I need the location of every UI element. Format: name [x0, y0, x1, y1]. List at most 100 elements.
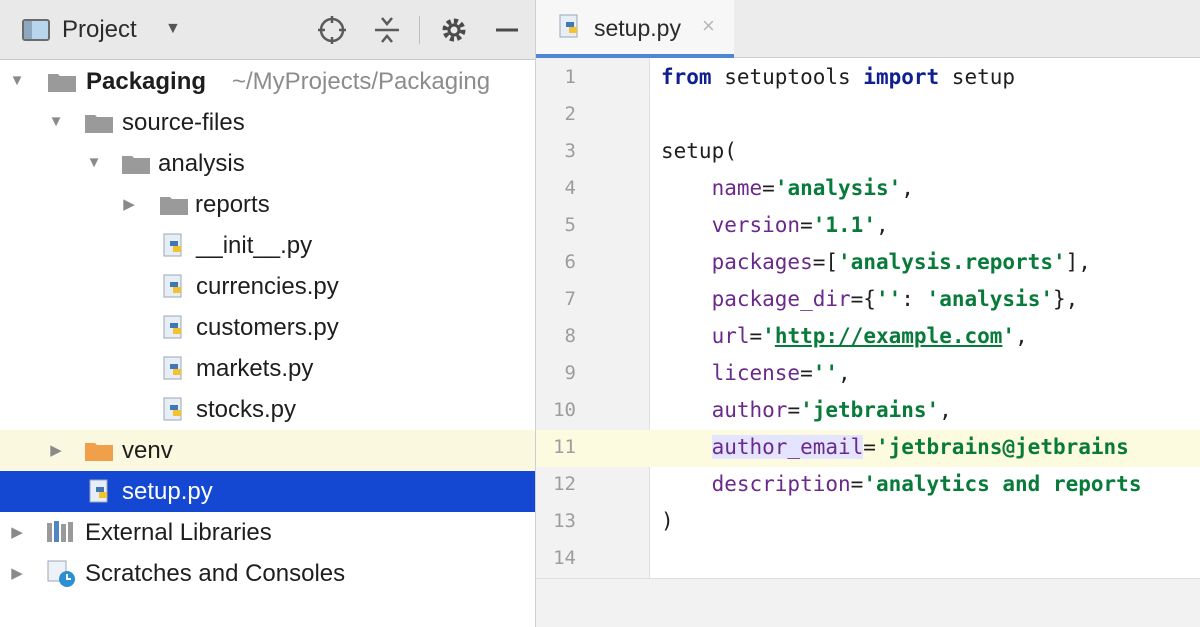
code-token: author_email: [711, 435, 864, 459]
editor-bottom-strip: [536, 578, 1200, 627]
code-text: packages=['analysis.reports'],: [661, 250, 1091, 274]
code-token: '1.1': [812, 213, 876, 237]
tree-item-external-libraries[interactable]: ▶ External Libraries: [0, 512, 535, 553]
tree-item-source-files[interactable]: ▼ source-files: [0, 102, 535, 143]
crosshair-icon[interactable]: [315, 13, 349, 47]
code-line[interactable]: 13): [536, 504, 1200, 541]
folder-icon: [160, 197, 188, 215]
tree-item-stocks-py[interactable]: stocks.py: [0, 389, 535, 430]
code-line[interactable]: 10 author='jetbrains',: [536, 393, 1200, 430]
code-line[interactable]: 9 license='',: [536, 356, 1200, 393]
tree-item-customers-py[interactable]: customers.py: [0, 307, 535, 348]
view-dropdown-icon[interactable]: ▼: [165, 20, 181, 38]
collapsed-arrow-icon[interactable]: ▶: [8, 564, 26, 582]
expand-arrow-icon[interactable]: ▼: [85, 154, 103, 171]
tree-item-label: analysis: [158, 150, 245, 177]
expand-arrow-icon[interactable]: ▼: [47, 113, 65, 130]
python-file-icon: [163, 356, 182, 380]
code-token: 'analysis.reports': [838, 250, 1066, 274]
line-number: 5: [564, 214, 576, 236]
tree-item-label: markets.py: [196, 355, 314, 382]
collapsed-arrow-icon[interactable]: ▶: [8, 523, 26, 541]
code-text: version='1.1',: [661, 213, 889, 237]
collapse-all-icon[interactable]: [370, 13, 404, 47]
close-icon[interactable]: ×: [702, 13, 715, 39]
code-token: ,: [838, 361, 851, 385]
code-line[interactable]: 2: [536, 97, 1200, 134]
line-number: 11: [553, 436, 576, 458]
tree-item-analysis[interactable]: ▼ analysis: [0, 143, 535, 184]
code-text: name='analysis',: [661, 176, 914, 200]
tree-item-currencies-py[interactable]: currencies.py: [0, 266, 535, 307]
code-line[interactable]: 12 description='analytics and reports: [536, 467, 1200, 504]
code-text: author_email='jetbrains@jetbrains: [661, 435, 1129, 459]
project-panel-header: Project ▼: [0, 0, 535, 60]
tree-item-label: stocks.py: [196, 396, 297, 423]
tree-item-packaging[interactable]: ▼ Packaging ~/MyProjects/Packaging: [0, 61, 535, 102]
project-path: ~/MyProjects/Packaging: [232, 68, 491, 95]
code-line[interactable]: 8 url='http://example.com',: [536, 319, 1200, 356]
code-text: ): [661, 509, 674, 533]
tree-item-reports[interactable]: ▶ reports: [0, 184, 535, 225]
editor-tab-bar: setup.py ×: [536, 0, 1200, 58]
project-panel-title[interactable]: Project: [62, 16, 137, 44]
tree-item-scratches-and-consoles[interactable]: ▶ Scratches and Consoles: [0, 553, 535, 594]
code-line[interactable]: 14: [536, 541, 1200, 578]
code-token: ,: [875, 213, 889, 237]
code-token: =: [762, 176, 775, 200]
code-token: =: [749, 324, 763, 348]
tree-item-label: External Libraries: [85, 519, 272, 546]
project-panel: Project ▼ ▼ Packaging ~/MyProjects/Packa…: [0, 0, 536, 627]
gear-icon[interactable]: [437, 13, 471, 47]
line-number: 6: [564, 251, 576, 273]
code-token: version: [711, 213, 801, 237]
collapsed-arrow-icon[interactable]: ▶: [120, 195, 138, 213]
code-token: 'analysis': [774, 176, 902, 200]
code-token: ],: [1065, 250, 1091, 274]
code-token: :: [901, 287, 927, 311]
code-line[interactable]: 3 setup(: [536, 134, 1200, 171]
code-line[interactable]: 1 from setuptools import setup: [536, 60, 1200, 97]
project-window-icon: [22, 19, 50, 41]
line-number: 14: [553, 547, 576, 569]
tree-item-setup-py[interactable]: setup.py: [0, 471, 535, 512]
code-token: ={: [850, 287, 876, 311]
minimize-icon[interactable]: [490, 13, 524, 47]
python-file-icon: [163, 397, 182, 421]
code-token: =: [787, 398, 801, 422]
tree-item-init-py[interactable]: __init__.py: [0, 225, 535, 266]
code-text: setup(: [661, 139, 737, 163]
python-file-icon: [559, 14, 578, 38]
code-token: =[: [812, 250, 839, 274]
code-token: name: [711, 176, 763, 200]
code-line[interactable]: 4 name='analysis',: [536, 171, 1200, 208]
code-line[interactable]: 11 author_email='jetbrains@jetbrains: [536, 430, 1200, 467]
code-text: license='',: [661, 361, 851, 385]
tree-item-venv[interactable]: ▶ venv: [0, 430, 535, 471]
code-token: ,: [1015, 324, 1028, 348]
code-token: 'jetbrains': [800, 398, 940, 422]
code-line[interactable]: 7 package_dir={'': 'analysis'},: [536, 282, 1200, 319]
tree-item-markets-py[interactable]: markets.py: [0, 348, 535, 389]
code-token: ,: [939, 398, 952, 422]
tree-item-label: source-files: [122, 109, 245, 136]
code-token: description: [711, 472, 851, 496]
folder-icon: [85, 115, 113, 133]
line-number: 4: [564, 177, 576, 199]
line-number: 12: [553, 473, 576, 495]
collapsed-arrow-icon[interactable]: ▶: [47, 441, 65, 459]
tab-setup-py[interactable]: setup.py ×: [536, 0, 734, 58]
code-line[interactable]: 6 packages=['analysis.reports'],: [536, 245, 1200, 282]
code-token: license: [711, 361, 801, 385]
code-line[interactable]: 5 version='1.1',: [536, 208, 1200, 245]
code-token: package_dir: [711, 287, 851, 311]
code-token: =: [863, 435, 876, 459]
python-file-icon: [163, 315, 182, 339]
expand-arrow-icon[interactable]: ▼: [8, 72, 26, 89]
